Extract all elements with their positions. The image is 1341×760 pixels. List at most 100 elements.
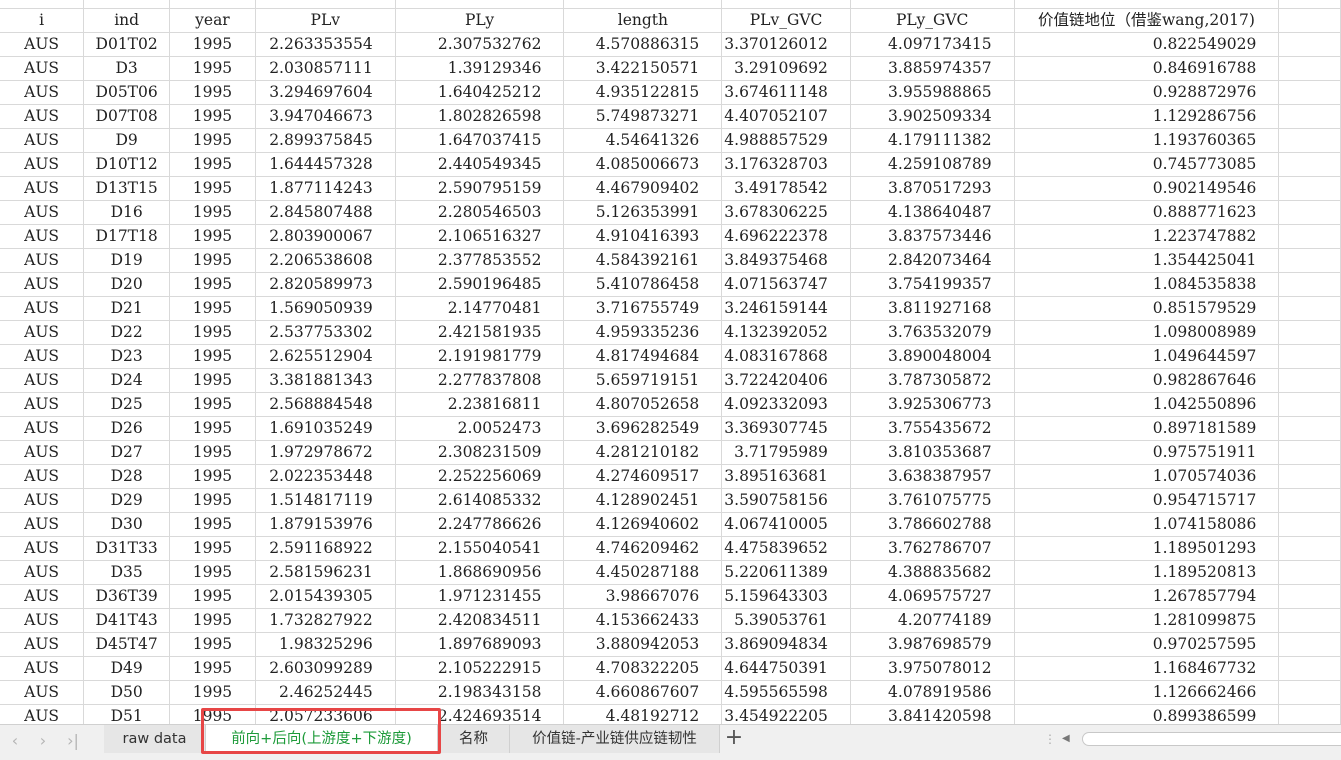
table-cell[interactable]: 1995 bbox=[169, 656, 256, 681]
table-cell[interactable]: 3.369307745 bbox=[721, 416, 851, 441]
table-cell[interactable]: 0.899386599 bbox=[1014, 704, 1280, 724]
table-cell[interactable]: 4.584392161 bbox=[563, 248, 723, 273]
table-cell[interactable]: 5.159643303 bbox=[721, 584, 851, 609]
table-cell[interactable]: 2.022353448 bbox=[255, 464, 396, 489]
table-cell[interactable]: 1.049644597 bbox=[1014, 344, 1280, 369]
table-cell[interactable]: 2.030857111 bbox=[255, 56, 396, 81]
table-cell[interactable]: 2.46252445 bbox=[255, 680, 396, 705]
header-cell-plv-gvc[interactable]: PLv_GVC bbox=[721, 8, 851, 33]
table-cell[interactable]: 4.274609517 bbox=[563, 464, 723, 489]
header-cell-plv[interactable]: PLv bbox=[255, 8, 396, 33]
empty-cell[interactable] bbox=[1278, 608, 1341, 633]
table-cell[interactable]: 1.802826598 bbox=[395, 104, 565, 129]
table-cell[interactable]: D21 bbox=[83, 296, 171, 321]
table-cell[interactable]: 3.955988865 bbox=[850, 80, 1015, 105]
table-cell[interactable]: 0.902149546 bbox=[1014, 176, 1280, 201]
empty-cell[interactable] bbox=[1278, 224, 1341, 249]
table-cell[interactable]: 4.128902451 bbox=[563, 488, 723, 513]
table-cell[interactable]: 1995 bbox=[169, 80, 256, 105]
table-cell[interactable]: D22 bbox=[83, 320, 171, 345]
table-cell[interactable]: 1995 bbox=[169, 584, 256, 609]
table-cell[interactable]: 3.722420406 bbox=[721, 368, 851, 393]
table-cell[interactable]: D3 bbox=[83, 56, 171, 81]
table-cell[interactable]: 4.708322205 bbox=[563, 656, 723, 681]
table-cell[interactable]: 3.674611148 bbox=[721, 80, 851, 105]
table-cell[interactable]: 1995 bbox=[169, 416, 256, 441]
table-cell[interactable]: 1995 bbox=[169, 200, 256, 225]
table-cell[interactable]: 4.450287188 bbox=[563, 560, 723, 585]
table-cell[interactable]: 4.988857529 bbox=[721, 128, 851, 153]
table-cell[interactable]: 3.590758156 bbox=[721, 488, 851, 513]
table-cell[interactable]: 2.206538608 bbox=[255, 248, 396, 273]
table-cell[interactable]: D31T33 bbox=[83, 536, 171, 561]
header-cell-ind[interactable]: ind bbox=[83, 8, 171, 33]
table-cell[interactable]: 0.982867646 bbox=[1014, 368, 1280, 393]
table-cell[interactable]: 4.132392052 bbox=[721, 320, 851, 345]
table-cell[interactable]: 3.895163681 bbox=[721, 464, 851, 489]
table-cell[interactable]: 1995 bbox=[169, 680, 256, 705]
table-cell[interactable]: 4.910416393 bbox=[563, 224, 723, 249]
table-cell[interactable]: 1.691035249 bbox=[255, 416, 396, 441]
table-cell[interactable]: 1.732827922 bbox=[255, 608, 396, 633]
table-cell[interactable]: AUS bbox=[0, 32, 85, 57]
table-cell[interactable]: D26 bbox=[83, 416, 171, 441]
empty-cell[interactable] bbox=[1278, 632, 1341, 657]
table-cell[interactable]: 4.746209462 bbox=[563, 536, 723, 561]
table-cell[interactable]: AUS bbox=[0, 608, 85, 633]
table-cell[interactable]: 1.514817119 bbox=[255, 488, 396, 513]
table-cell[interactable]: 2.581596231 bbox=[255, 560, 396, 585]
last-sheet-icon[interactable]: ›| bbox=[62, 729, 84, 753]
header-cell-length[interactable]: length bbox=[563, 8, 723, 33]
table-cell[interactable]: 3.755435672 bbox=[850, 416, 1015, 441]
empty-cell[interactable] bbox=[1278, 56, 1341, 81]
table-cell[interactable]: 1995 bbox=[169, 560, 256, 585]
table-cell[interactable]: D19 bbox=[83, 248, 171, 273]
table-cell[interactable]: 1.879153976 bbox=[255, 512, 396, 537]
table-cell[interactable]: 3.762786707 bbox=[850, 536, 1015, 561]
table-cell[interactable]: 1.126662466 bbox=[1014, 680, 1280, 705]
table-cell[interactable]: 3.49178542 bbox=[721, 176, 851, 201]
table-cell[interactable]: AUS bbox=[0, 656, 85, 681]
first-sheet-icon[interactable]: ‹ bbox=[4, 729, 26, 753]
scrollbar-thumb[interactable] bbox=[1082, 732, 1341, 746]
table-cell[interactable]: 4.20774189 bbox=[850, 608, 1015, 633]
sheet-tab-value-chain-resilience[interactable]: 价值链-产业链供应链韧性 bbox=[510, 725, 720, 753]
table-cell[interactable]: 3.71795989 bbox=[721, 440, 851, 465]
table-cell[interactable]: 2.440549345 bbox=[395, 152, 565, 177]
table-cell[interactable]: 4.179111382 bbox=[850, 128, 1015, 153]
table-cell[interactable]: 4.083167868 bbox=[721, 344, 851, 369]
table-cell[interactable]: 3.837573446 bbox=[850, 224, 1015, 249]
table-cell[interactable]: 3.885974357 bbox=[850, 56, 1015, 81]
table-cell[interactable]: 2.247786626 bbox=[395, 512, 565, 537]
table-cell[interactable]: 1995 bbox=[169, 488, 256, 513]
empty-cell[interactable] bbox=[1278, 512, 1341, 537]
table-cell[interactable]: 4.407052107 bbox=[721, 104, 851, 129]
table-cell[interactable]: 1995 bbox=[169, 104, 256, 129]
prev-sheet-icon[interactable]: › bbox=[32, 729, 54, 753]
table-cell[interactable]: 3.29109692 bbox=[721, 56, 851, 81]
table-cell[interactable]: 1995 bbox=[169, 176, 256, 201]
table-cell[interactable]: AUS bbox=[0, 416, 85, 441]
table-cell[interactable]: 3.841420598 bbox=[850, 704, 1015, 724]
table-cell[interactable]: 4.259108789 bbox=[850, 152, 1015, 177]
empty-cell[interactable] bbox=[1278, 392, 1341, 417]
table-cell[interactable]: AUS bbox=[0, 344, 85, 369]
table-cell[interactable]: D28 bbox=[83, 464, 171, 489]
table-cell[interactable]: AUS bbox=[0, 464, 85, 489]
table-cell[interactable]: 4.153662433 bbox=[563, 608, 723, 633]
empty-cell[interactable] bbox=[1278, 32, 1341, 57]
table-cell[interactable]: AUS bbox=[0, 440, 85, 465]
table-cell[interactable]: 5.410786458 bbox=[563, 272, 723, 297]
table-cell[interactable]: 0.975751911 bbox=[1014, 440, 1280, 465]
table-cell[interactable]: 5.659719151 bbox=[563, 368, 723, 393]
table-cell[interactable]: 4.48192712 bbox=[563, 704, 723, 724]
sheet-tab-names[interactable]: 名称 bbox=[438, 725, 510, 753]
table-cell[interactable]: 4.817494684 bbox=[563, 344, 723, 369]
empty-cell[interactable] bbox=[1278, 560, 1341, 585]
table-cell[interactable]: D25 bbox=[83, 392, 171, 417]
table-cell[interactable]: 1995 bbox=[169, 344, 256, 369]
table-cell[interactable]: 4.644750391 bbox=[721, 656, 851, 681]
table-cell[interactable]: 2.590196485 bbox=[395, 272, 565, 297]
table-cell[interactable]: 2.568884548 bbox=[255, 392, 396, 417]
table-cell[interactable]: D24 bbox=[83, 368, 171, 393]
